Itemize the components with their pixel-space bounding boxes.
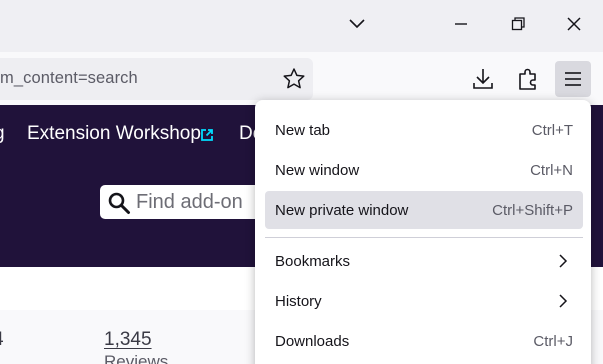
restore-icon bbox=[511, 17, 525, 31]
chevron-right-icon bbox=[559, 294, 568, 308]
minimize-button[interactable] bbox=[447, 10, 475, 38]
chevron-right-icon bbox=[559, 254, 568, 268]
url-text[interactable]: m_content=search bbox=[0, 69, 138, 88]
list-all-tabs-button[interactable] bbox=[343, 10, 371, 38]
menu-item-shortcut: Ctrl+Shift+P bbox=[492, 202, 573, 219]
menu-item-shortcut: Ctrl+N bbox=[530, 162, 573, 179]
reviews-label: Reviews bbox=[104, 352, 169, 364]
menu-item-new-tab[interactable]: New tab Ctrl+T bbox=[265, 111, 583, 149]
downloads-button[interactable] bbox=[465, 61, 501, 97]
navigation-toolbar: m_content=search bbox=[0, 52, 603, 105]
menu-separator bbox=[265, 237, 583, 238]
restore-button[interactable] bbox=[504, 10, 532, 38]
menu-item-label: Downloads bbox=[275, 333, 350, 350]
open-application-menu-button[interactable] bbox=[555, 61, 591, 97]
close-icon bbox=[567, 17, 581, 31]
menu-item-label: Bookmarks bbox=[275, 253, 351, 270]
menu-item-label: New private window bbox=[275, 202, 409, 219]
url-bar[interactable]: m_content=search bbox=[0, 58, 313, 100]
menu-item-shortcut: Ctrl+J bbox=[533, 333, 573, 350]
hamburger-icon bbox=[565, 72, 581, 86]
star-icon bbox=[283, 68, 305, 89]
rating-value-fragment: 4 bbox=[0, 329, 4, 351]
menu-item-bookmarks[interactable]: Bookmarks bbox=[265, 242, 583, 280]
menu-item-new-window[interactable]: New window Ctrl+N bbox=[265, 151, 583, 189]
menu-item-new-private-window[interactable]: New private window Ctrl+Shift+P bbox=[265, 191, 583, 229]
title-bar bbox=[0, 0, 603, 52]
menu-item-shortcut: Ctrl+T bbox=[531, 122, 573, 139]
review-count-link[interactable]: 1,345 bbox=[104, 329, 152, 351]
chevron-down-icon bbox=[349, 19, 365, 29]
puzzle-icon bbox=[519, 68, 536, 90]
menu-item-label: New tab bbox=[275, 122, 331, 139]
extensions-button[interactable] bbox=[510, 61, 546, 97]
external-link-icon bbox=[201, 129, 213, 141]
menu-item-label: History bbox=[275, 293, 322, 310]
menu-item-history[interactable]: History bbox=[265, 282, 583, 320]
search-icon bbox=[108, 192, 130, 214]
menu-item-downloads[interactable]: Downloads Ctrl+J bbox=[265, 322, 583, 360]
close-window-button[interactable] bbox=[560, 10, 588, 38]
menu-item-label: New window bbox=[275, 162, 360, 179]
minimize-icon bbox=[455, 23, 467, 25]
bookmark-page-button[interactable] bbox=[281, 66, 307, 92]
application-menu: New tab Ctrl+T New window Ctrl+N New pri… bbox=[255, 100, 591, 364]
extension-workshop-link[interactable]: Extension Workshop bbox=[27, 123, 201, 145]
header-link-fragment[interactable]: g bbox=[0, 123, 5, 145]
download-icon bbox=[473, 69, 493, 89]
